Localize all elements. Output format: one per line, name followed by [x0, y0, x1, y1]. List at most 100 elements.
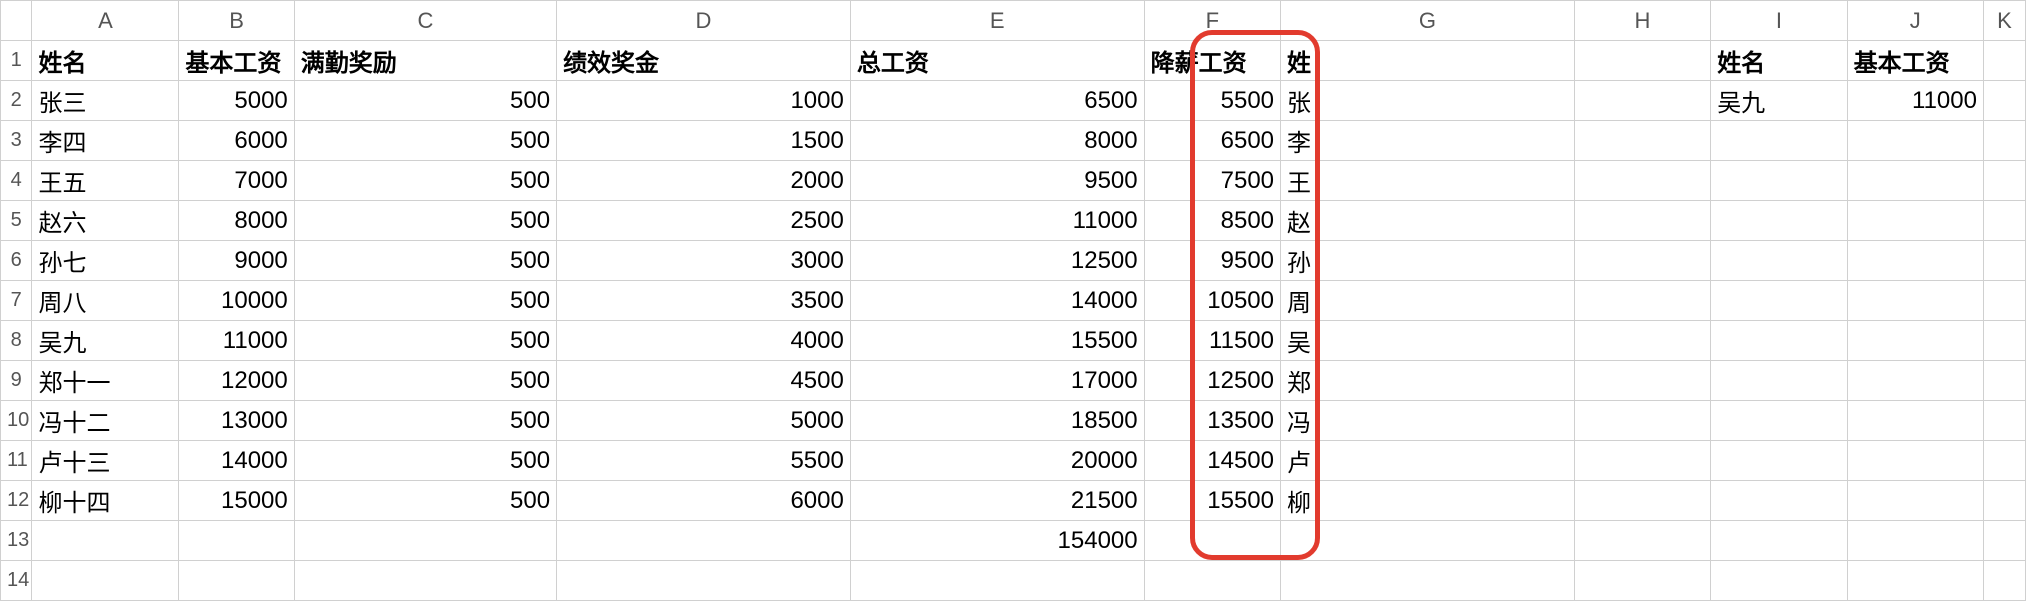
row-7[interactable]: 7 周八 10000 500 3500 14000 10500 周 [1, 281, 2026, 321]
cell[interactable] [294, 561, 556, 601]
cell[interactable]: 500 [294, 441, 556, 481]
cell[interactable] [1711, 441, 1847, 481]
cell[interactable] [32, 521, 179, 561]
cell-E1[interactable]: 总工资 [850, 41, 1144, 81]
cell-J1[interactable]: 基本工资 [1847, 41, 1983, 81]
col-header-D[interactable]: D [557, 1, 851, 41]
cell[interactable]: 赵六 [32, 201, 179, 241]
cell[interactable] [1983, 81, 2025, 121]
cell[interactable] [1574, 201, 1710, 241]
cell[interactable] [1574, 361, 1710, 401]
cell[interactable]: 9000 [179, 241, 294, 281]
cell[interactable]: 李 [1281, 121, 1575, 161]
cell[interactable] [1983, 201, 2025, 241]
cell[interactable]: 2000 [557, 161, 851, 201]
cell[interactable]: 3500 [557, 281, 851, 321]
cell[interactable]: 500 [294, 401, 556, 441]
row-header[interactable]: 6 [1, 241, 32, 281]
row-10[interactable]: 10 冯十二 13000 500 5000 18500 13500 冯 [1, 401, 2026, 441]
cell[interactable]: 500 [294, 361, 556, 401]
cell[interactable] [1711, 321, 1847, 361]
cell[interactable] [1847, 201, 1983, 241]
cell[interactable]: 14000 [850, 281, 1144, 321]
cell[interactable] [1847, 521, 1983, 561]
cell[interactable]: 10000 [179, 281, 294, 321]
col-header-K[interactable]: K [1983, 1, 2025, 41]
cell[interactable]: 7500 [1144, 161, 1280, 201]
cell[interactable] [294, 521, 556, 561]
row-header[interactable]: 13 [1, 521, 32, 561]
spreadsheet[interactable]: A B C D E F G H I J K 1 姓名 基本工资 满勤奖励 绩效奖… [0, 0, 2026, 616]
row-header[interactable]: 10 [1, 401, 32, 441]
row-1[interactable]: 1 姓名 基本工资 满勤奖励 绩效奖金 总工资 降薪工资 姓 姓名 基本工资 [1, 41, 2026, 81]
cell[interactable] [1983, 361, 2025, 401]
cell[interactable]: 7000 [179, 161, 294, 201]
cell[interactable]: 郑十一 [32, 361, 179, 401]
cell[interactable]: 15000 [179, 481, 294, 521]
cell[interactable] [1281, 521, 1575, 561]
cell-A1[interactable]: 姓名 [32, 41, 179, 81]
col-header-F[interactable]: F [1144, 1, 1280, 41]
row-6[interactable]: 6 孙七 9000 500 3000 12500 9500 孙 [1, 241, 2026, 281]
cell[interactable]: 5000 [179, 81, 294, 121]
cell[interactable] [1711, 481, 1847, 521]
cell[interactable]: 11500 [1144, 321, 1280, 361]
cell[interactable]: 柳 [1281, 481, 1575, 521]
cell[interactable]: 14500 [1144, 441, 1280, 481]
row-12[interactable]: 12 柳十四 15000 500 6000 21500 15500 柳 [1, 481, 2026, 521]
cell[interactable] [1847, 361, 1983, 401]
cell[interactable] [1847, 441, 1983, 481]
cell[interactable]: 15500 [1144, 481, 1280, 521]
cell[interactable]: 10500 [1144, 281, 1280, 321]
cell[interactable] [1711, 361, 1847, 401]
cell[interactable] [1711, 121, 1847, 161]
col-header-J[interactable]: J [1847, 1, 1983, 41]
cell[interactable]: 赵 [1281, 201, 1575, 241]
cell[interactable]: 6500 [1144, 121, 1280, 161]
col-header-G[interactable]: G [1281, 1, 1575, 41]
cell[interactable]: 11000 [850, 201, 1144, 241]
cell[interactable]: 冯 [1281, 401, 1575, 441]
cell[interactable] [179, 561, 294, 601]
cell[interactable] [1847, 321, 1983, 361]
cell[interactable] [1574, 241, 1710, 281]
cell[interactable] [1983, 321, 2025, 361]
cell[interactable]: 6500 [850, 81, 1144, 121]
cell[interactable]: 3000 [557, 241, 851, 281]
cell[interactable] [32, 561, 179, 601]
cell[interactable] [1983, 521, 2025, 561]
cell[interactable] [1847, 161, 1983, 201]
cell[interactable] [850, 561, 1144, 601]
corner-cell[interactable] [1, 1, 32, 41]
cell[interactable] [1983, 241, 2025, 281]
cell[interactable] [1711, 241, 1847, 281]
cell[interactable]: 500 [294, 81, 556, 121]
cell[interactable] [1711, 561, 1847, 601]
cell[interactable]: 500 [294, 241, 556, 281]
cell[interactable] [1847, 401, 1983, 441]
cell[interactable]: 6000 [557, 481, 851, 521]
row-header[interactable]: 1 [1, 41, 32, 81]
col-header-A[interactable]: A [32, 1, 179, 41]
cell-F1[interactable]: 降薪工资 [1144, 41, 1280, 81]
cell[interactable]: 4500 [557, 361, 851, 401]
cell[interactable] [1574, 121, 1710, 161]
column-header-row[interactable]: A B C D E F G H I J K [1, 1, 2026, 41]
row-header[interactable]: 14 [1, 561, 32, 601]
cell[interactable]: 500 [294, 481, 556, 521]
cell[interactable]: 孙七 [32, 241, 179, 281]
cell[interactable]: 张 [1281, 81, 1575, 121]
row-5[interactable]: 5 赵六 8000 500 2500 11000 8500 赵 [1, 201, 2026, 241]
cell[interactable]: 14000 [179, 441, 294, 481]
cell[interactable]: 12000 [179, 361, 294, 401]
cell[interactable] [1847, 281, 1983, 321]
cell[interactable]: 4000 [557, 321, 851, 361]
cell[interactable] [1574, 521, 1710, 561]
row-9[interactable]: 9 郑十一 12000 500 4500 17000 12500 郑 [1, 361, 2026, 401]
cell[interactable] [1711, 281, 1847, 321]
cell[interactable]: 卢十三 [32, 441, 179, 481]
row-2[interactable]: 2 张三 5000 500 1000 6500 5500 张 吴九 11000 [1, 81, 2026, 121]
cell[interactable] [1983, 121, 2025, 161]
row-header[interactable]: 12 [1, 481, 32, 521]
row-header[interactable]: 9 [1, 361, 32, 401]
